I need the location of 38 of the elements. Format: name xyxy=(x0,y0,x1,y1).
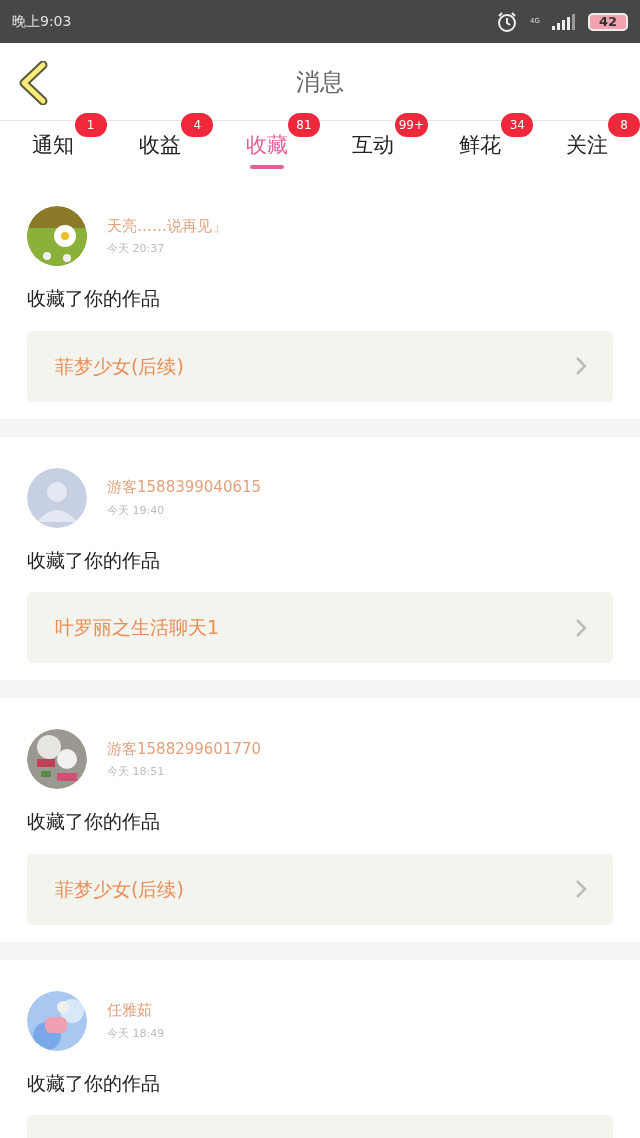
count-badge: 99+ xyxy=(394,113,428,137)
back-icon[interactable] xyxy=(18,61,48,105)
tab[interactable]: 通知 xyxy=(32,131,75,159)
user-name[interactable]: 游客1588399040615 xyxy=(107,476,262,499)
avatar xyxy=(27,467,87,528)
tab[interactable]: 关注 xyxy=(565,131,608,159)
chevron-icon xyxy=(575,879,587,899)
message-time: 今天 20:37 xyxy=(107,241,166,257)
message-text: 收藏了你的作品 xyxy=(27,809,161,834)
message-text: 收藏了你的作品 xyxy=(27,1070,161,1096)
tab[interactable]: 鲜花 xyxy=(459,131,501,159)
count-badge: 1 xyxy=(74,113,107,137)
tab-underline xyxy=(249,165,284,169)
page-title: 消息 xyxy=(296,66,344,98)
tab[interactable]: 收藏 xyxy=(245,131,288,159)
chevron-icon xyxy=(575,356,587,376)
alarm-icon xyxy=(496,10,519,33)
work-link[interactable]: 叶罗丽之生活聊天1 xyxy=(27,592,613,663)
count-badge: 8 xyxy=(608,113,640,137)
tab[interactable]: 收益 xyxy=(139,131,181,159)
tab[interactable]: 互动 xyxy=(352,131,395,159)
work-link[interactable]: 菲梦少女(后续) xyxy=(27,853,613,925)
message-time: 今天 19:40 xyxy=(107,502,166,519)
count-badge: 34 xyxy=(501,113,534,137)
work-link[interactable]: 菲梦少女(后续) xyxy=(27,330,613,402)
message-time: 今天 18:49 xyxy=(107,1025,165,1042)
user-name[interactable]: 天亮……说再见」 xyxy=(107,214,227,237)
message-text: 收藏了你的作品 xyxy=(27,547,161,573)
user-name[interactable]: 游客1588299601770 xyxy=(107,737,262,760)
signal-icon xyxy=(552,13,576,30)
count-badge: 4 xyxy=(181,113,214,137)
message-time: 今天 18:51 xyxy=(107,764,166,780)
message-text: 收藏了你的作品 xyxy=(27,286,161,311)
status-time: 晚上9:03 xyxy=(12,12,72,31)
battery-indicator: 42 xyxy=(588,12,628,31)
chevron-icon xyxy=(575,617,587,638)
count-badge: 81 xyxy=(288,113,320,137)
user-name[interactable]: 任雅茹 xyxy=(107,999,165,1022)
